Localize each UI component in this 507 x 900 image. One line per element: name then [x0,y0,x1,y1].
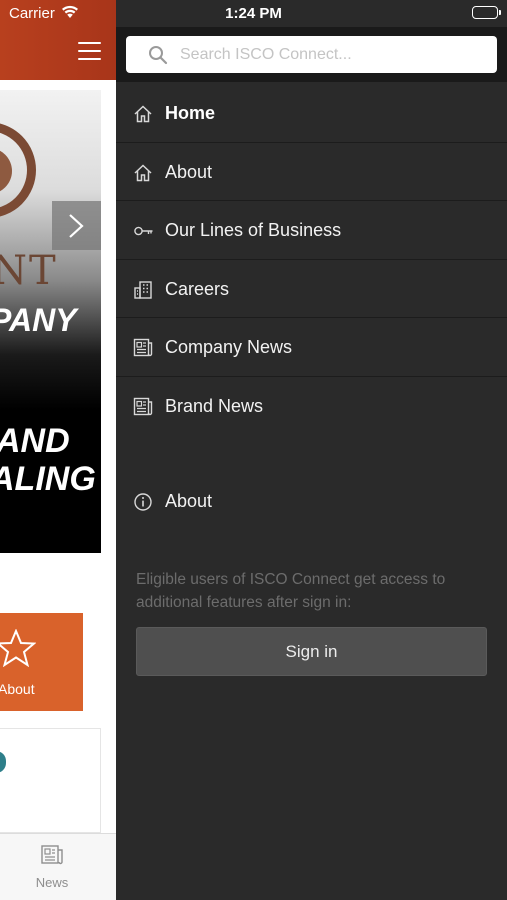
search-icon [149,46,168,65]
menu-item-label: Brand News [165,395,264,416]
signin-note: Eligible users of ISCO Connect get acces… [136,571,446,611]
menu-list: Home About Our Lines of Business Careers [116,84,507,436]
search-bar [116,27,507,82]
side-menu: Home About Our Lines of Business Careers [116,0,507,900]
key-icon [134,226,153,236]
hamburger-menu-icon[interactable] [78,42,101,60]
search-box[interactable] [126,36,497,73]
menu-item-lines-of-business[interactable]: Our Lines of Business [116,201,507,260]
status-time: 1:24 PM [225,5,282,22]
about-tile-label: About [0,681,35,697]
menu-item-label: Home [165,103,216,123]
newspaper-icon [133,339,153,357]
background-app-screen: NT NY PANY AND ALING About News [0,0,116,900]
menu-item-label: Careers [165,278,230,299]
banner-next-button[interactable] [52,201,101,250]
menu-item-careers[interactable]: Careers [116,260,507,319]
home-icon [134,105,152,123]
banner-text: NT [0,248,58,294]
home-icon [134,164,152,181]
menu-about-link[interactable]: About [116,473,507,531]
banner-text: PANY [0,302,77,338]
menu-item-about[interactable]: About [116,143,507,202]
sign-in-button[interactable]: Sign in [136,627,487,676]
menu-item-label: Company News [165,337,293,358]
newspaper-icon [41,845,63,865]
battery-icon [472,6,501,19]
menu-item-label: Our Lines of Business [165,220,342,241]
status-bar: Carrier 1:24 PM [0,0,507,27]
tab-news-label: News [35,875,69,890]
menu-item-home[interactable]: Home [116,84,507,143]
about-tile[interactable]: About [0,613,83,711]
menu-item-label: About [165,161,213,182]
card-logo-shape [0,751,6,773]
star-icon [0,629,36,667]
chevron-right-icon [69,214,84,238]
tab-bar: News [0,833,116,900]
newspaper-icon [133,397,153,416]
tab-news[interactable]: News [22,842,82,894]
search-input[interactable] [180,36,480,73]
building-icon [134,281,152,299]
menu-about-label: About [165,491,213,511]
hero-banner: NT NY PANY AND ALING [0,90,101,553]
menu-item-company-news[interactable]: Company News [116,318,507,377]
content-card[interactable] [0,728,101,833]
info-icon [134,493,152,511]
banner-text: ALING [0,460,96,498]
menu-item-brand-news[interactable]: Brand News [116,377,507,436]
banner-text: AND [0,422,70,460]
